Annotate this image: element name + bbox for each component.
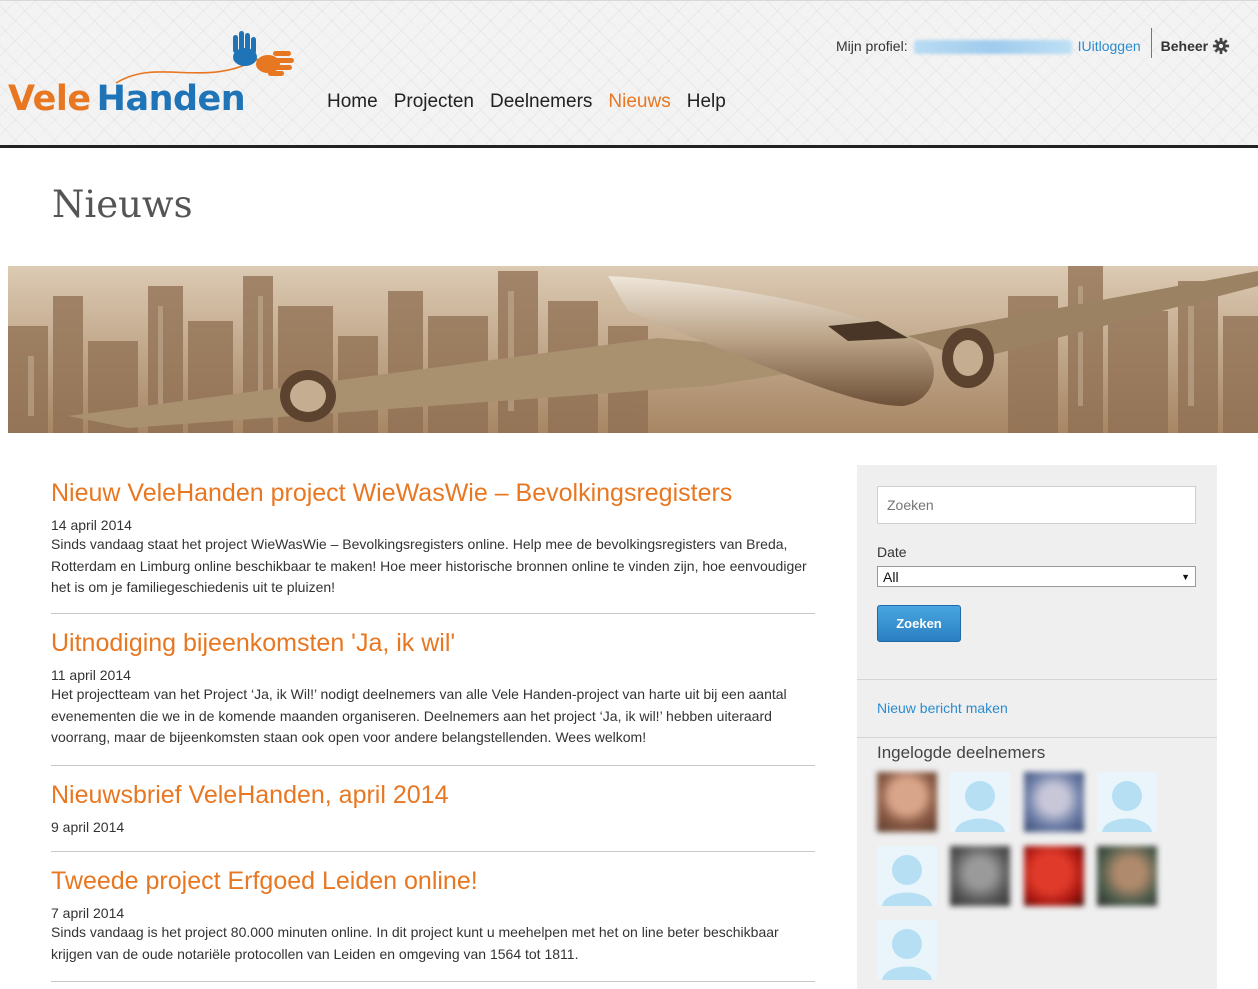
gear-icon [1213, 37, 1230, 55]
date-filter-value: All [883, 568, 899, 585]
avatar[interactable] [1097, 846, 1157, 906]
sidebar-divider [857, 737, 1217, 738]
avatar-placeholder-icon[interactable] [1097, 772, 1157, 832]
news-list: Nieuw VeleHanden project WieWasWie – Bev… [51, 477, 815, 982]
logo-word-vele: Vele [8, 79, 91, 119]
avatar-placeholder-icon[interactable] [877, 846, 937, 906]
nav-deelnemers[interactable]: Deelnemers [490, 91, 592, 113]
main-nav: Home Projecten Deelnemers Nieuws Help [327, 91, 742, 113]
nav-home[interactable]: Home [327, 91, 378, 113]
page-title: Nieuws [52, 183, 193, 226]
profile-username-link[interactable] [913, 40, 1072, 54]
logo-word-handen: Handen [96, 79, 246, 119]
logo-wordmark: Vele Handen [8, 79, 246, 119]
velehanden-logo[interactable]: Vele Handen [8, 27, 294, 122]
news-item: Tweede project Erfgoed Leiden online! 7 … [51, 852, 815, 982]
date-filter-select[interactable]: All ▼ [877, 566, 1196, 587]
news-item: Uitnodiging bijeenkomsten 'Ja, ik wil' 1… [51, 614, 815, 766]
avatar[interactable] [1024, 772, 1084, 832]
news-item-date: 7 april 2014 [51, 905, 125, 921]
search-input[interactable] [877, 486, 1196, 524]
news-item-date: 9 april 2014 [51, 819, 125, 835]
news-item-title[interactable]: Nieuw VeleHanden project WieWasWie – Bev… [51, 477, 815, 509]
admin-link[interactable]: Beheer [1161, 36, 1230, 55]
news-banner-image [8, 266, 1258, 433]
new-post-link[interactable]: Nieuw bericht maken [877, 700, 1008, 716]
user-bar: Mijn profiel: I Uitloggen Beheer [836, 28, 1230, 66]
news-item: Nieuw VeleHanden project WieWasWie – Bev… [51, 477, 815, 614]
news-item-title[interactable]: Uitnodiging bijeenkomsten 'Ja, ik wil' [51, 627, 815, 659]
news-item: Nieuwsbrief VeleHanden, april 2014 9 apr… [51, 766, 815, 852]
search-button[interactable]: Zoeken [877, 605, 961, 642]
sidebar: Date All ▼ Zoeken Nieuw bericht maken In… [857, 465, 1217, 989]
date-filter-label: Date [877, 544, 907, 560]
admin-label: Beheer [1160, 38, 1209, 54]
news-item-date: 11 april 2014 [51, 667, 131, 683]
avatar-placeholder-icon[interactable] [950, 772, 1010, 832]
nav-help[interactable]: Help [687, 91, 726, 113]
logged-in-title: Ingelogde deelnemers [877, 743, 1046, 762]
news-item-title[interactable]: Nieuwsbrief VeleHanden, april 2014 [51, 779, 815, 811]
nav-nieuws[interactable]: Nieuws [608, 91, 670, 113]
chevron-down-icon: ▼ [1181, 571, 1190, 582]
site-header: Vele Handen Home Projecten Deelnemers Nie… [0, 0, 1258, 148]
logout-link[interactable]: Uitloggen [1081, 36, 1140, 54]
news-item-body: Het projectteam van het Project ‘Ja, ik … [51, 686, 787, 745]
avatar-placeholder-icon[interactable] [877, 920, 937, 980]
news-item-title[interactable]: Tweede project Erfgoed Leiden online! [51, 865, 815, 897]
avatar[interactable] [1024, 846, 1084, 906]
avatar[interactable] [877, 772, 937, 832]
avatar[interactable] [950, 846, 1010, 906]
news-item-date: 14 april 2014 [51, 517, 132, 533]
profile-label: Mijn profiel: [836, 38, 908, 54]
news-item-body: Sinds vandaag staat het project WieWasWi… [51, 536, 807, 595]
hands-logo-icon [115, 31, 294, 84]
news-item-body: Sinds vandaag is het project 80.000 minu… [51, 924, 779, 962]
sidebar-divider [857, 679, 1217, 680]
nav-projecten[interactable]: Projecten [394, 91, 474, 113]
userbar-divider [1150, 28, 1152, 58]
